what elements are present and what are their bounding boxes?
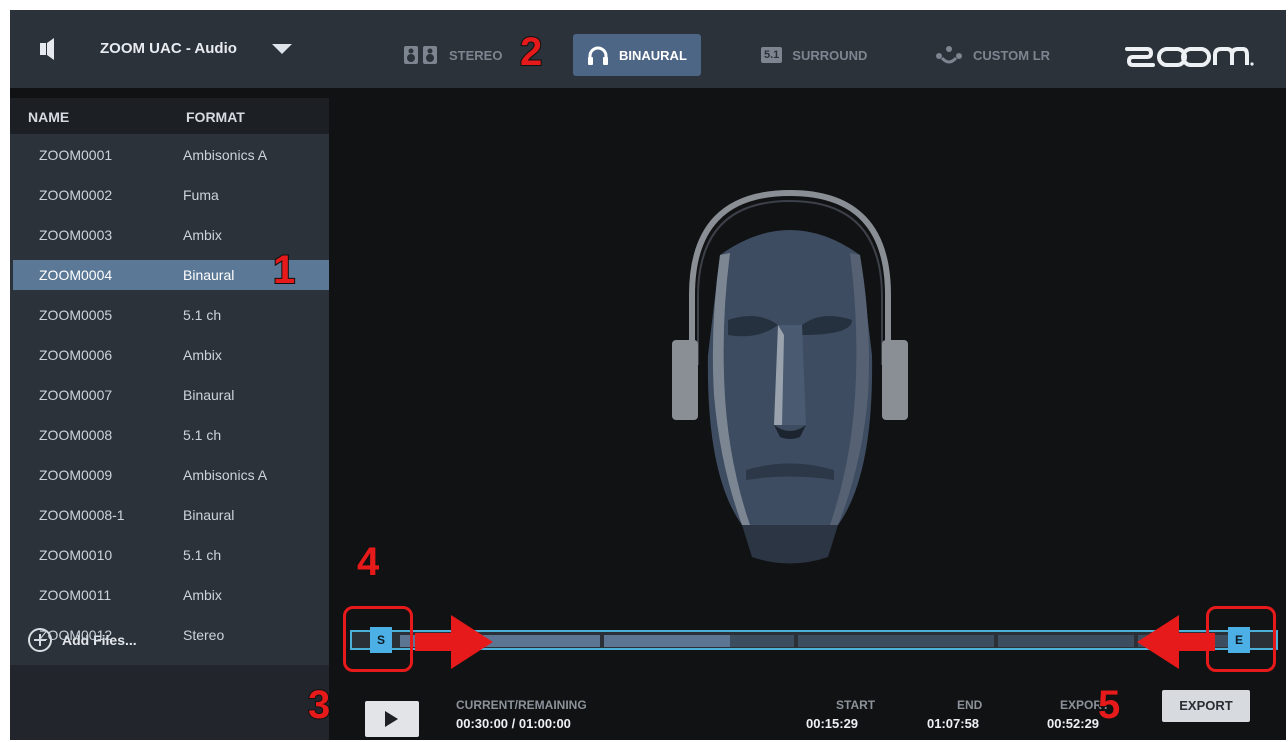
end-time-value: 01:07:58 bbox=[927, 716, 980, 731]
file-format: Ambix bbox=[183, 587, 222, 603]
mode-surround-button[interactable]: 5.1 SURROUND bbox=[761, 34, 867, 76]
zoom-logo bbox=[1125, 47, 1254, 67]
play-button[interactable] bbox=[365, 701, 419, 737]
annotation-number-1: 1 bbox=[272, 248, 296, 292]
column-header-name[interactable]: NAME bbox=[28, 109, 69, 125]
current-remaining-value: 00:30:00 / 01:00:00 bbox=[456, 716, 571, 731]
export-button[interactable]: EXPORT bbox=[1162, 690, 1250, 722]
current-remaining-label: CURRENT/REMAINING bbox=[456, 698, 587, 712]
file-format: Ambix bbox=[183, 347, 222, 363]
file-name: ZOOM0001 bbox=[39, 147, 113, 163]
export-time-value: 00:52:29 bbox=[1047, 716, 1100, 731]
file-format: Stereo bbox=[183, 627, 225, 643]
mode-stereo-button[interactable]: STEREO bbox=[403, 34, 502, 76]
timeline-segment bbox=[998, 635, 1134, 647]
mode-surround-label: SURROUND bbox=[792, 47, 868, 63]
mode-custom-lr-button[interactable]: CUSTOM LR bbox=[935, 34, 1050, 76]
file-name: ZOOM0012 bbox=[39, 627, 113, 643]
chevron-down-icon[interactable] bbox=[272, 44, 292, 54]
file-row[interactable]: ZOOM0002 Fuma bbox=[13, 180, 329, 210]
file-format: Ambix bbox=[183, 227, 222, 243]
mode-stereo-label: STEREO bbox=[449, 47, 503, 63]
file-row[interactable]: ZOOM0009 Ambisonics A bbox=[13, 460, 329, 490]
file-row[interactable]: ZOOM0008 5.1 ch bbox=[13, 420, 329, 450]
headphones-icon bbox=[588, 46, 608, 65]
file-row[interactable]: ZOOM0012 Stereo bbox=[13, 620, 329, 650]
timeline-segment bbox=[730, 635, 794, 647]
speakers-icon bbox=[404, 46, 437, 64]
annotation-box-start bbox=[343, 606, 413, 672]
end-time-label: END bbox=[957, 698, 983, 712]
binaural-head-illustration bbox=[672, 189, 908, 564]
file-name: ZOOM0008 bbox=[39, 427, 113, 443]
mode-binaural-label: BINAURAL bbox=[619, 47, 687, 63]
file-format: 5.1 ch bbox=[183, 307, 222, 323]
start-time-value: 00:15:29 bbox=[806, 716, 859, 731]
app-window: ZOOM UAC - Audio STEREO BINAURAL 5.1 SUR… bbox=[10, 10, 1286, 740]
file-format: 5.1 ch bbox=[183, 547, 222, 563]
file-name: ZOOM0009 bbox=[39, 467, 113, 483]
arrow-right-icon bbox=[415, 615, 493, 669]
file-name: ZOOM0007 bbox=[39, 387, 113, 403]
file-name: ZOOM0005 bbox=[39, 307, 113, 323]
top-bar: ZOOM UAC - Audio STEREO BINAURAL 5.1 SUR… bbox=[10, 10, 1286, 88]
device-selector[interactable]: ZOOM UAC - Audio bbox=[100, 40, 237, 57]
speaker-icon[interactable] bbox=[40, 38, 62, 60]
arrow-left-icon bbox=[1137, 615, 1215, 669]
file-name: ZOOM0006 bbox=[39, 347, 113, 363]
file-row[interactable]: ZOOM0007 Binaural bbox=[13, 380, 329, 410]
file-row[interactable]: ZOOM0008-1 Binaural bbox=[13, 500, 329, 530]
column-header-format[interactable]: FORMAT bbox=[186, 109, 245, 125]
file-format: Binaural bbox=[183, 507, 235, 523]
file-name: ZOOM0008-1 bbox=[39, 507, 125, 523]
annotation-number-4: 4 bbox=[356, 540, 380, 584]
file-format: Fuma bbox=[183, 187, 219, 203]
start-time-label: START bbox=[836, 698, 876, 712]
file-name: ZOOM0004 bbox=[39, 267, 113, 283]
sidebar-footer bbox=[10, 665, 329, 740]
annotation-number-3: 3 bbox=[307, 683, 331, 727]
annotation-number-5: 5 bbox=[1097, 683, 1121, 727]
file-format: 5.1 ch bbox=[183, 427, 222, 443]
annotation-box-end bbox=[1206, 606, 1276, 672]
mode-custom-lr-label: CUSTOM LR bbox=[973, 47, 1051, 63]
file-row[interactable]: ZOOM0010 5.1 ch bbox=[13, 540, 329, 570]
file-name: ZOOM0011 bbox=[39, 587, 112, 603]
file-format: Ambisonics A bbox=[183, 467, 268, 483]
file-name: ZOOM0002 bbox=[39, 187, 113, 203]
file-format: Ambisonics A bbox=[183, 147, 268, 163]
annotation-number-2: 2 bbox=[519, 30, 543, 74]
mode-binaural-button[interactable]: BINAURAL bbox=[573, 34, 701, 76]
file-row[interactable]: ZOOM0003 Ambix bbox=[13, 220, 329, 250]
file-format: Binaural bbox=[183, 387, 235, 403]
file-name: ZOOM0003 bbox=[39, 227, 113, 243]
timeline-progress bbox=[604, 635, 730, 647]
surround-5-1-icon: 5.1 bbox=[761, 47, 783, 63]
file-format: Binaural bbox=[183, 267, 235, 283]
timeline-segment bbox=[798, 635, 994, 647]
file-name: ZOOM0010 bbox=[39, 547, 113, 563]
file-row[interactable]: ZOOM0001 Ambisonics A bbox=[13, 140, 329, 170]
custom-lr-icon bbox=[936, 46, 962, 64]
file-row[interactable]: ZOOM0006 Ambix bbox=[13, 340, 329, 370]
file-list-header: NAME FORMAT bbox=[10, 98, 329, 134]
file-row[interactable]: ZOOM0011 Ambix bbox=[13, 580, 329, 610]
file-row[interactable]: ZOOM0005 5.1 ch bbox=[13, 300, 329, 330]
